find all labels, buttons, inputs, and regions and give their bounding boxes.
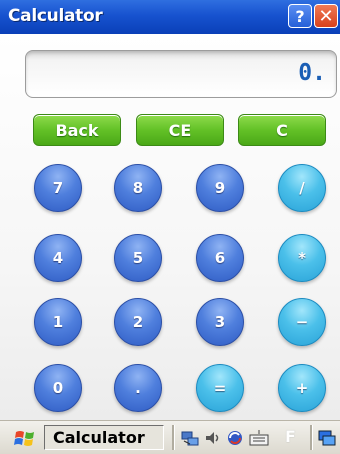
key-9[interactable]: 9 <box>196 164 244 212</box>
close-button[interactable]: ✕ <box>314 4 338 28</box>
network-icon[interactable] <box>180 428 200 448</box>
result-display: 0. <box>25 50 337 98</box>
decimal-button[interactable]: . <box>114 364 162 412</box>
title-bar: Calculator ? ✕ <box>0 0 340 35</box>
taskbar: Calculator F <box>0 420 340 454</box>
input-mode-indicator[interactable]: F <box>285 427 296 446</box>
key-6[interactable]: 6 <box>196 234 244 282</box>
clear-entry-button[interactable]: CE <box>136 114 224 146</box>
windows-icon[interactable] <box>317 428 337 448</box>
help-button[interactable]: ? <box>288 4 312 28</box>
key-5[interactable]: 5 <box>114 234 162 282</box>
volume-icon[interactable] <box>203 428 223 448</box>
start-flag-icon[interactable] <box>14 428 36 448</box>
key-4[interactable]: 4 <box>34 234 82 282</box>
key-0[interactable]: 0 <box>34 364 82 412</box>
tray-separator <box>310 425 313 450</box>
key-2[interactable]: 2 <box>114 298 162 346</box>
divide-button[interactable]: / <box>278 164 326 212</box>
equals-button[interactable]: = <box>196 364 244 412</box>
key-7[interactable]: 7 <box>34 164 82 212</box>
sync-icon[interactable] <box>225 428 245 448</box>
display-value: 0. <box>298 60 326 86</box>
add-button[interactable]: + <box>278 364 326 412</box>
window-title: Calculator <box>8 6 103 26</box>
taskbar-item-calculator[interactable]: Calculator <box>44 425 164 450</box>
key-1[interactable]: 1 <box>34 298 82 346</box>
key-3[interactable]: 3 <box>196 298 244 346</box>
key-8[interactable]: 8 <box>114 164 162 212</box>
clear-button[interactable]: C <box>238 114 326 146</box>
multiply-button[interactable]: * <box>278 234 326 282</box>
tray-separator <box>172 425 175 450</box>
keyboard-icon[interactable] <box>249 428 269 448</box>
back-button[interactable]: Back <box>33 114 121 146</box>
calculator-body: 0. Back CE C 7 8 9 / 4 5 6 * 1 2 3 − 0 .… <box>0 34 340 420</box>
subtract-button[interactable]: − <box>278 298 326 346</box>
